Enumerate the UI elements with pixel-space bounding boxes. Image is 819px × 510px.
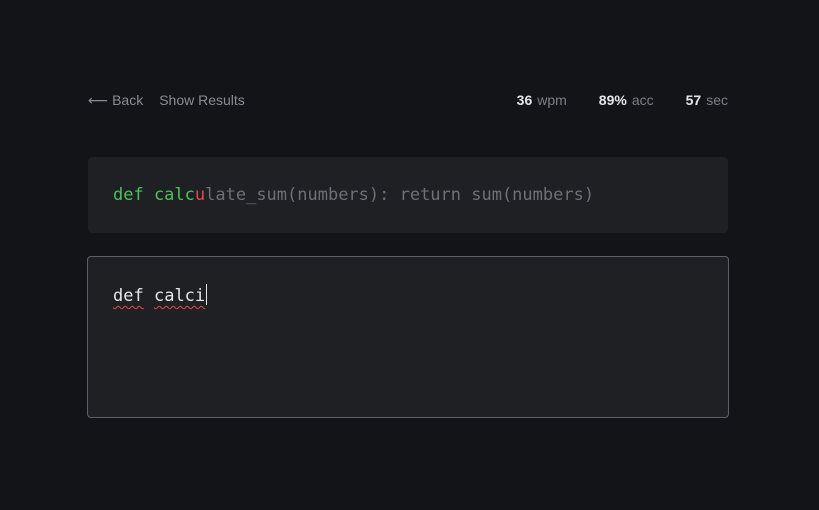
back-link[interactable]: ⟵ Back	[88, 92, 143, 109]
typed-word-def: def	[113, 286, 144, 306]
accuracy-value: 89%	[598, 92, 627, 108]
typing-input[interactable]: def calci	[87, 256, 729, 418]
target-error-char: u	[194, 185, 206, 205]
top-bar: ⟵ Back Show Results 36 wpm 89% acc 57 sec	[88, 90, 728, 110]
target-correct-text: def calc	[113, 185, 195, 205]
wpm-value: 36	[516, 92, 533, 108]
typed-word-calci: calci	[153, 286, 206, 306]
show-results-link[interactable]: Show Results	[159, 92, 245, 108]
target-remaining-text: late_sum(numbers): return sum(numbers)	[205, 185, 595, 205]
text-caret	[206, 284, 208, 305]
stats: 36 wpm 89% acc 57 sec	[517, 92, 728, 108]
wpm-stat: 36 wpm	[517, 92, 567, 108]
accuracy-unit: acc	[631, 92, 654, 108]
nav: ⟵ Back Show Results	[88, 92, 245, 109]
accuracy-stat: 89% acc	[599, 92, 654, 108]
back-label: Back	[112, 91, 144, 108]
time-value: 57	[685, 92, 702, 108]
time-unit: sec	[706, 92, 728, 108]
time-stat: 57 sec	[686, 92, 728, 108]
wpm-unit: wpm	[537, 92, 567, 108]
typed-space	[144, 286, 154, 306]
back-arrow-icon: ⟵	[88, 91, 109, 108]
target-code-display: def calc u late_sum(numbers): return sum(n…	[88, 157, 728, 233]
